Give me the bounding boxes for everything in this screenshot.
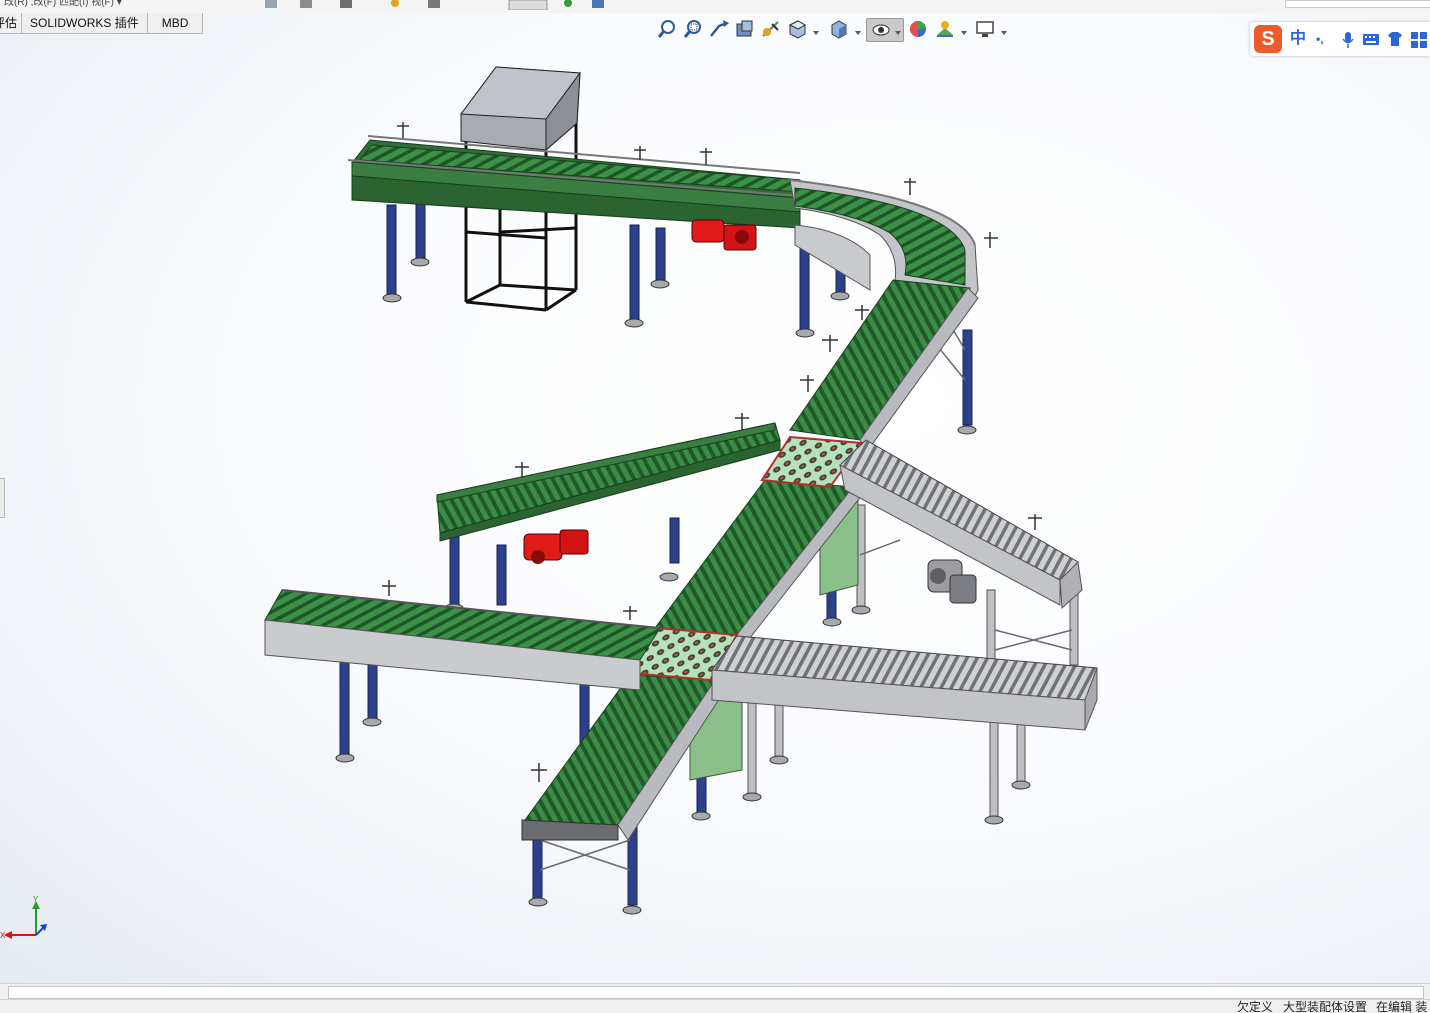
ime-toolbar: S 中 •, — [1250, 22, 1430, 56]
display-style-arrow[interactable] — [854, 26, 862, 35]
hide-show-items-arrow[interactable] — [894, 26, 902, 35]
drive-motor-gray[interactable] — [927, 559, 977, 604]
toolbar-icon-5[interactable] — [426, 0, 442, 10]
display-style-icon[interactable] — [828, 18, 850, 40]
microphone-icon[interactable] — [1340, 28, 1356, 50]
conveyor-lower-right[interactable] — [711, 635, 1098, 731]
view-settings-icon[interactable] — [974, 18, 996, 40]
ime-mode-toggle[interactable]: 中 — [1290, 28, 1306, 50]
scrollbar-track[interactable] — [8, 986, 1424, 999]
view-orientation-icon[interactable] — [786, 18, 808, 40]
view-orientation-arrow[interactable] — [812, 26, 820, 35]
apply-scene-arrow[interactable] — [960, 26, 968, 35]
reference-triad: Y X — [0, 895, 47, 940]
status-definition: 欠定义 — [1237, 1000, 1274, 1013]
feature-manager-collapse-handle[interactable] — [0, 478, 5, 518]
toolbar-icon-7[interactable] — [560, 0, 576, 10]
toolbar-icon-8[interactable] — [590, 0, 606, 10]
edit-appearance-icon[interactable] — [908, 18, 930, 40]
drive-motor-middle[interactable] — [523, 529, 589, 564]
conveyor-lower-left[interactable] — [264, 589, 661, 691]
assembly-model[interactable] — [0, 13, 1430, 983]
ime-logo[interactable]: S — [1254, 25, 1282, 53]
skin-icon[interactable] — [1386, 28, 1404, 50]
drive-motor-top[interactable] — [691, 219, 757, 251]
toolbar-icon-3[interactable] — [338, 0, 354, 10]
toolbar-icon-4[interactable] — [387, 0, 403, 10]
tab-evaluate[interactable]: 评估 — [0, 13, 23, 34]
tab-mbd[interactable]: MBD — [147, 13, 204, 34]
status-editing: 在编辑 装 — [1376, 1000, 1428, 1013]
toolbar-fragment-text: 改(R) ,改(F) 匹配(I) 视(F) ▾ — [4, 0, 122, 8]
tab-solidworks-addins[interactable]: SOLIDWORKS 插件 — [22, 13, 148, 34]
command-manager-tabs: 评估 SOLIDWORKS 插件 MBD — [0, 13, 204, 34]
graphics-area[interactable]: Y X — [0, 13, 1430, 983]
conveyor-middle-left[interactable] — [436, 422, 781, 542]
triad-y-label: Y — [33, 895, 39, 904]
ime-punctuation-toggle[interactable]: •, — [1316, 28, 1324, 50]
toolbox-icon[interactable] — [1410, 28, 1428, 50]
apply-scene-icon[interactable] — [934, 18, 956, 40]
previous-view-icon[interactable] — [708, 18, 730, 40]
status-large-assembly[interactable]: 大型装配体设置 — [1283, 1000, 1367, 1013]
toolbar-icon-1[interactable] — [263, 0, 279, 10]
triad-x-label: X — [0, 931, 6, 940]
horizontal-scrollbar[interactable] — [0, 983, 1430, 1000]
search-box[interactable] — [1285, 0, 1430, 8]
status-bar: 欠定义 大型装配体设置 在编辑 装 — [0, 999, 1430, 1013]
view-settings-arrow[interactable] — [1000, 26, 1008, 35]
top-toolbar-strip: 改(R) ,改(F) 匹配(I) 视(F) ▾ — [0, 0, 1430, 14]
toolbar-icon-6[interactable] — [508, 0, 548, 10]
zoom-to-fit-icon[interactable] — [656, 18, 678, 40]
dynamic-annotation-icon[interactable] — [760, 18, 782, 40]
toolbar-icon-2[interactable] — [298, 0, 314, 10]
zoom-to-area-icon[interactable] — [682, 18, 704, 40]
keyboard-icon[interactable] — [1362, 28, 1380, 50]
section-view-icon[interactable] — [734, 18, 756, 40]
